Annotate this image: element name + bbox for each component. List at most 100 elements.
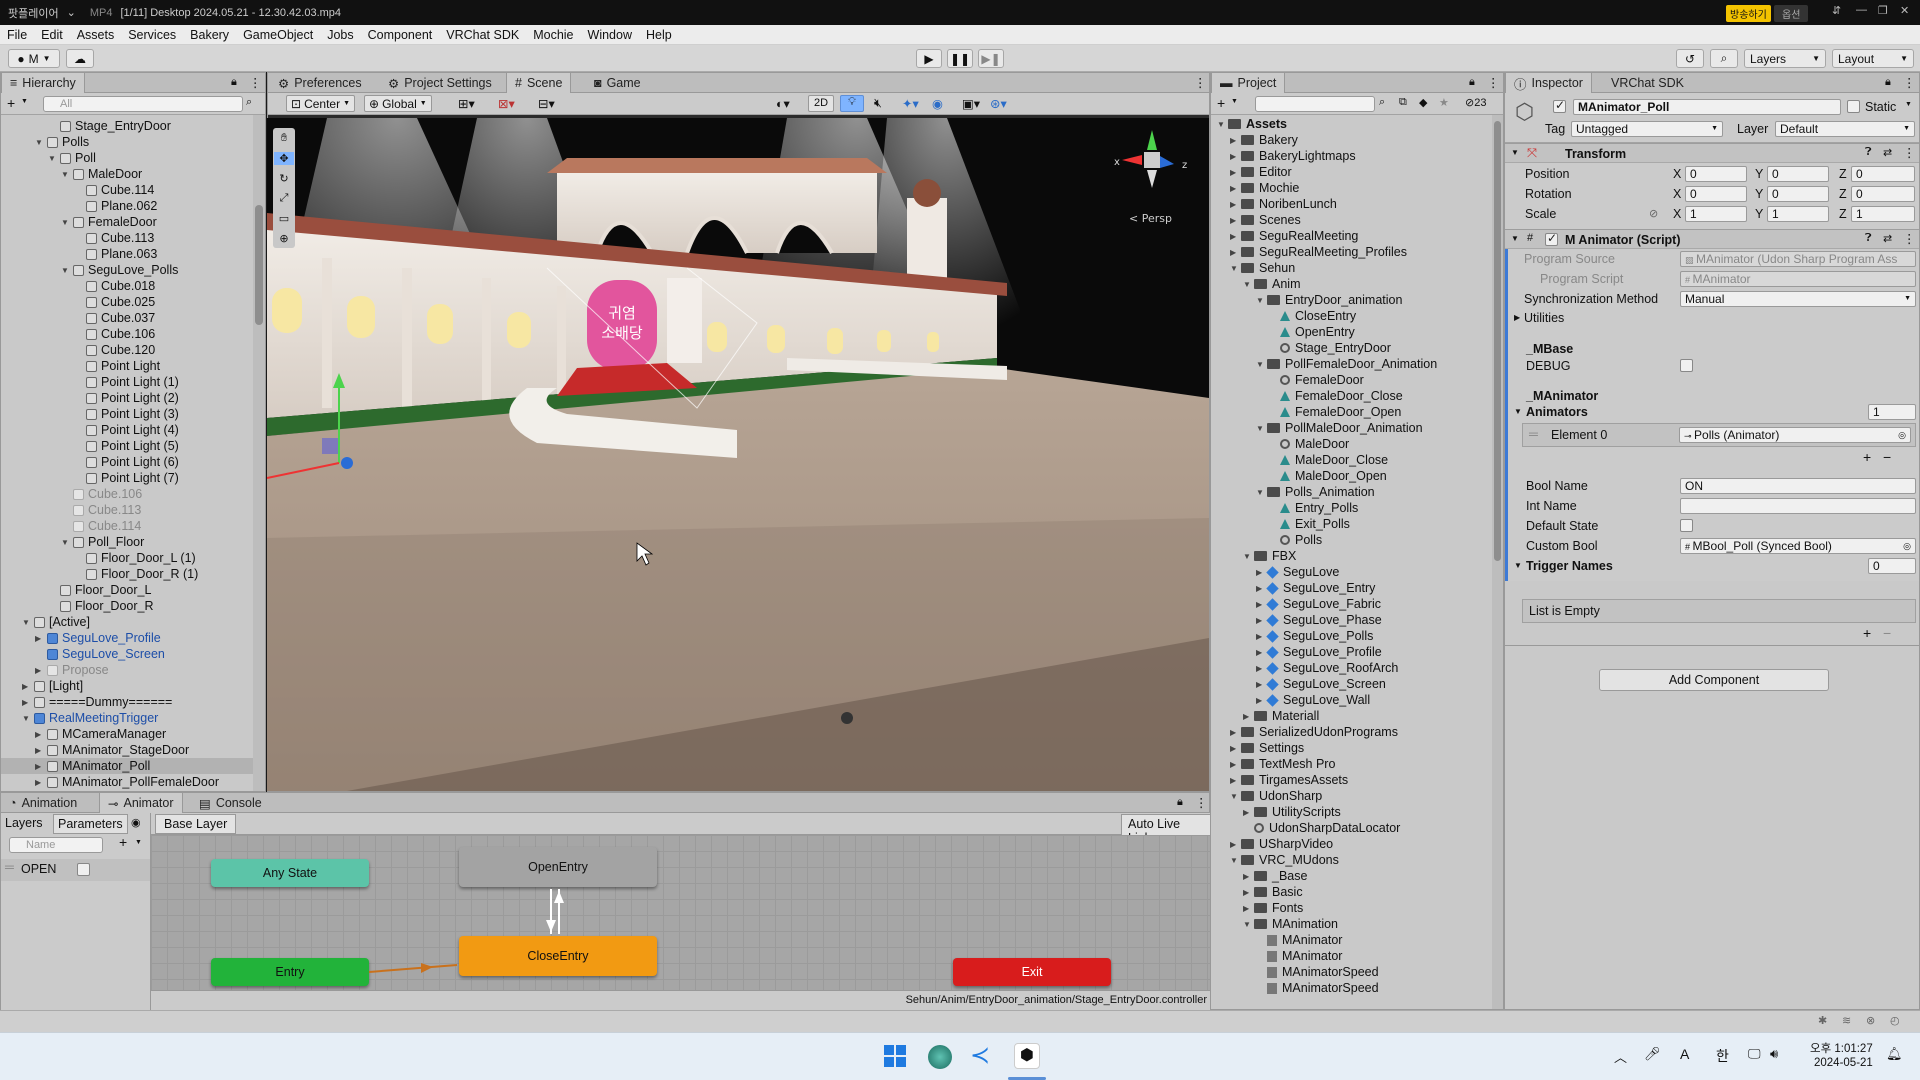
project-item[interactable]: ▶ SeguLove_RoofArch [1256,660,1398,676]
chevron-down-icon[interactable]: ▼ [1256,296,1267,305]
kebab-menu-icon[interactable]: ⋮ [1903,145,1916,160]
hierarchy-item[interactable]: Point Light (1) [74,374,253,390]
speaker-icon[interactable]: 🔊︎ [1770,1046,1778,1062]
menu-bakery[interactable]: Bakery [183,28,236,42]
hierarchy-item[interactable]: ▶ =====Dummy====== [22,694,253,710]
hierarchy-item[interactable]: ▶ SeguLove_Profile [35,630,253,646]
project-item[interactable]: Polls [1269,532,1322,548]
hierarchy-item[interactable]: Cube.113 [74,230,253,246]
project-item[interactable]: FemaleDoor_Open [1269,404,1401,420]
chevron-up-icon[interactable]: ︿ [1614,1047,1627,1066]
toggle-2d-button[interactable]: 2D [808,95,834,112]
hierarchy-item[interactable]: ▶ MAnimator_StageDoor [35,742,253,758]
preset-icon[interactable]: ⇄ [1883,232,1892,245]
project-item[interactable]: ▶ Editor [1230,164,1292,180]
chevron-right-icon[interactable]: ▶ [1230,744,1241,753]
hierarchy-item[interactable]: Cube.114 [74,182,253,198]
menu-help[interactable]: Help [639,28,679,42]
hierarchy-item[interactable]: ▼ FemaleDoor [61,214,253,230]
project-item[interactable]: ▶ Bakery [1230,132,1298,148]
star-icon[interactable]: ★ [1439,96,1449,109]
project-item[interactable]: OpenEntry [1269,324,1355,340]
chevron-down-icon[interactable]: ▼ [48,154,58,163]
add-icon[interactable]: + [1217,95,1225,111]
start-icon[interactable] [884,1045,906,1067]
option-button[interactable]: 옵션 [1774,5,1809,22]
chevron-right-icon[interactable]: ▶ [35,730,45,739]
project-item[interactable]: ▼ VRC_MUdons [1230,852,1339,868]
hierarchy-item[interactable]: Floor_Door_R [48,598,253,614]
layer-dropdown[interactable]: Default ▼ [1775,121,1915,137]
hierarchy-item[interactable]: Cube.025 [74,294,253,310]
base-layer-breadcrumb[interactable]: Base Layer [155,814,237,834]
clock-date[interactable]: 2024-05-21 [1814,1057,1873,1069]
progress-icon[interactable]: ◴ [1890,1014,1900,1027]
object-picker-icon[interactable]: ◎ [1903,539,1911,553]
hierarchy-item[interactable]: Point Light (7) [74,470,253,486]
maximize-icon[interactable]: ❐ [1878,4,1888,17]
hierarchy-item[interactable]: Cube.120 [74,342,253,358]
project-item[interactable]: ▶ Basic [1243,884,1303,900]
rotation-y-input[interactable]: 0 [1767,186,1829,202]
hierarchy-item[interactable]: Cube.113 [61,502,253,518]
help-icon[interactable]: ❓︎ [1865,146,1872,159]
add-trigger-icon[interactable]: + [1863,625,1871,641]
tab-vrchat-sdk[interactable]: VRChat SDK [1603,73,1692,93]
display-icon[interactable]: 🖵︎ [1748,1046,1761,1062]
play-button[interactable]: ▶ [916,49,942,68]
unity-icon[interactable]: ⬢ [1014,1043,1040,1069]
hierarchy-item[interactable]: ▼ MaleDoor [61,166,253,182]
browser-icon[interactable] [928,1045,952,1069]
project-item[interactable]: ▶ SeguRealMeeting [1230,228,1358,244]
chevron-down-icon[interactable]: ▼ [22,714,32,723]
hierarchy-scrollbar[interactable] [253,115,265,791]
move-tool-icon[interactable]: ✥ [274,151,294,165]
minimize-icon[interactable]: — [1856,4,1867,16]
project-item[interactable]: FemaleDoor_Close [1269,388,1403,404]
project-item[interactable]: UdonSharpDataLocator [1243,820,1400,836]
chevron-right-icon[interactable]: ▶ [35,762,45,771]
persp-label[interactable]: < Persp [1129,212,1172,225]
project-item[interactable]: ▶ SeguLove_Entry [1256,580,1375,596]
trigger-names-label[interactable]: Trigger Names [1526,559,1613,573]
kebab-menu-icon[interactable]: ⋮ [1195,795,1208,810]
snap-vertex-icon[interactable]: ⊟▾ [538,96,555,111]
kebab-menu-icon[interactable]: ⋮ [249,75,262,90]
chevron-right-icon[interactable]: ▶ [1230,152,1241,161]
project-item[interactable]: ▼ MAnimation [1243,916,1338,932]
pause-button[interactable]: ❚❚ [947,49,973,68]
tab-preferences[interactable]: ⚙ Preferences [270,73,370,93]
pin-icon[interactable]: ⇵ [1832,4,1841,17]
hierarchy-item[interactable]: Cube.106 [74,326,253,342]
add-icon[interactable]: + [7,95,15,111]
tab-inspector[interactable]: ⓘ Inspector [1505,73,1592,93]
menu-file[interactable]: File [0,28,34,42]
chevron-right-icon[interactable]: ▶ [35,746,45,755]
project-item[interactable]: ▶ TirgamesAssets [1230,772,1348,788]
bool-name-input[interactable]: ON [1680,478,1916,494]
search-filter-icon[interactable]: ⌕ [246,96,252,109]
parameter-open-checkbox[interactable] [77,863,90,876]
kebab-menu-icon[interactable]: ⋮ [1487,75,1500,90]
menu-edit[interactable]: Edit [34,28,70,42]
scale-z-input[interactable]: 1 [1851,206,1915,222]
chevron-right-icon[interactable]: ▶ [1243,904,1254,913]
project-item[interactable]: ▼ Assets [1217,116,1287,132]
project-item[interactable]: MaleDoor_Open [1269,468,1387,484]
position-z-input[interactable]: 0 [1851,166,1915,182]
rotation-x-input[interactable]: 0 [1685,186,1747,202]
chevron-down-icon[interactable]: ▼ [22,618,32,627]
hierarchy-item[interactable]: ▼ Polls [35,134,253,150]
chevron-right-icon[interactable]: ▶ [35,778,45,787]
project-item[interactable]: ▶ SerializedUdonPrograms [1230,724,1398,740]
element0-field[interactable]: ⊸ Polls (Animator) ◎ [1679,427,1911,443]
player-app-name[interactable]: 팟플레이어 [8,5,59,21]
project-item[interactable]: ▶ _Base [1243,868,1307,884]
hierarchy-item[interactable]: ▼ RealMeetingTrigger [22,710,253,726]
project-item[interactable]: ▶ BakeryLightmaps [1230,148,1356,164]
scale-tool-icon[interactable]: ⤢ [280,192,289,205]
chevron-down-icon[interactable]: ▼ [1243,280,1254,289]
cloud-button[interactable]: ☁ [66,49,94,68]
hierarchy-item[interactable]: ▶ MAnimator_PollFemaleDoor [35,774,253,790]
layout-dropdown[interactable]: Layout ▼ [1832,49,1914,68]
